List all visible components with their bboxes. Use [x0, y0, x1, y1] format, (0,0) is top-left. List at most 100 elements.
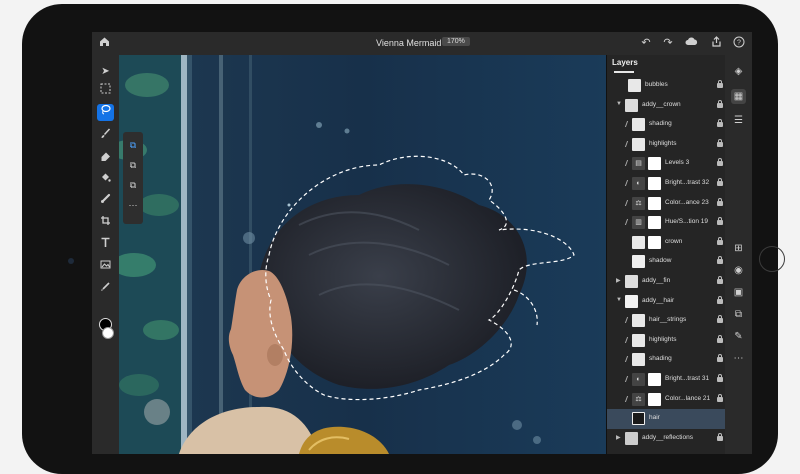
lasso-mode-icon[interactable]: ⧉: [126, 138, 140, 152]
chevron-down-icon[interactable]: ▼: [616, 297, 622, 303]
more-icon[interactable]: ⋯: [731, 351, 746, 366]
layer-row[interactable]: ⚖ Color...lance 21: [607, 390, 726, 410]
lock-icon[interactable]: [717, 393, 723, 402]
lock-icon[interactable]: [717, 236, 723, 245]
layer-thumbnail: [632, 314, 645, 328]
color-balance-icon: ⚖: [632, 196, 645, 210]
chevron-right-icon[interactable]: ▶: [616, 434, 621, 441]
lock-icon[interactable]: [717, 119, 723, 128]
background-color-swatch[interactable]: [102, 327, 114, 339]
layer-row[interactable]: crown: [607, 233, 726, 253]
layer-row[interactable]: bubbles: [607, 76, 726, 96]
subtract-selection-icon[interactable]: ⧉: [126, 178, 140, 192]
layer-name: highlights: [649, 335, 677, 343]
document-title[interactable]: Vienna Mermaid *: [376, 38, 447, 48]
add-layer-icon[interactable]: ⊞: [731, 241, 746, 256]
lock-icon[interactable]: [717, 256, 723, 265]
layer-group-row[interactable]: ▶ addy__reflections: [607, 429, 726, 449]
layer-name: Color...lance 21: [665, 394, 711, 402]
layer-row[interactable]: ◐ Bright...trast 31: [607, 370, 726, 390]
more-options-icon[interactable]: ⋯: [126, 198, 140, 212]
layer-row-selected[interactable]: hair: [607, 409, 726, 429]
eraser-tool-icon[interactable]: [97, 151, 114, 168]
layer-group-row[interactable]: ▼ addy__crown: [607, 96, 726, 116]
layer-row[interactable]: hair__strings: [607, 311, 726, 331]
layer-name: Bright...trast 31: [665, 375, 710, 382]
lock-icon[interactable]: [717, 158, 723, 167]
mask-thumbnail: [648, 373, 661, 386]
place-image-icon[interactable]: [97, 259, 114, 276]
layers-panel-title: Layers: [612, 58, 638, 67]
layer-properties-icon[interactable]: ▦: [731, 89, 746, 104]
layer-row[interactable]: ⚖ Color...ance 23: [607, 194, 726, 214]
share-icon[interactable]: [709, 36, 723, 50]
layer-row[interactable]: highlights: [607, 331, 726, 351]
brightness-contrast-icon: ◐: [632, 177, 645, 190]
zoom-level[interactable]: 170%: [442, 37, 470, 46]
adjustments-icon[interactable]: ☰: [731, 113, 746, 128]
canvas[interactable]: [119, 55, 606, 454]
layer-row[interactable]: shadow: [607, 252, 726, 272]
tools-bar: ➤: [92, 55, 119, 454]
crop-tool-icon[interactable]: [97, 215, 114, 232]
marquee-tool-icon[interactable]: [97, 83, 114, 100]
healing-tool-icon[interactable]: [97, 193, 114, 210]
mask-icon[interactable]: ▣: [731, 285, 746, 300]
fill-tool-icon[interactable]: [97, 172, 114, 189]
layer-name: addy__crown: [642, 100, 681, 108]
add-to-selection-icon[interactable]: ⧉: [126, 158, 140, 172]
layer-thumbnail: [632, 412, 645, 426]
chevron-right-icon[interactable]: ▶: [616, 277, 621, 284]
redo-icon[interactable]: ↷: [661, 36, 675, 50]
brightness-contrast-icon: ◐: [632, 373, 645, 386]
layer-group-row[interactable]: ▼ addy__hair: [607, 292, 726, 312]
layer-name: crown: [665, 237, 683, 245]
layer-row[interactable]: ▤ Levels 3: [607, 154, 726, 174]
type-tool-icon[interactable]: [97, 237, 114, 254]
visibility-icon[interactable]: ◉: [731, 263, 746, 278]
clip-indicator: [624, 356, 632, 363]
eyedropper-tool-icon[interactable]: [97, 281, 114, 298]
lock-icon[interactable]: [717, 217, 723, 226]
lock-icon[interactable]: [717, 138, 723, 147]
clip-indicator: [624, 219, 632, 226]
clip-indicator: [624, 376, 632, 382]
layer-thumbnail: [632, 255, 645, 269]
brush-settings-icon[interactable]: ✎: [731, 329, 746, 344]
home-button[interactable]: [759, 246, 785, 272]
lock-icon[interactable]: [717, 432, 723, 441]
layer-row[interactable]: ◐ Bright...trast 32: [607, 174, 726, 194]
chevron-down-icon[interactable]: ▼: [616, 101, 622, 107]
layers-icon[interactable]: ◈: [731, 64, 746, 79]
ipad-frame: Vienna Mermaid * 170% ↶ ↷ ? ➤ ⧉ ⧉ ⧉ ⋯ La…: [22, 4, 785, 474]
lock-icon[interactable]: [717, 197, 723, 206]
lock-icon[interactable]: [717, 276, 723, 284]
cloud-icon[interactable]: [684, 36, 698, 50]
help-icon[interactable]: ?: [732, 36, 746, 50]
lock-icon[interactable]: [717, 315, 723, 324]
lock-icon[interactable]: [717, 80, 723, 88]
layer-row[interactable]: ▥ Hue/S...tion 19: [607, 213, 726, 233]
home-icon[interactable]: [97, 36, 111, 50]
clip-indicator: [624, 395, 632, 402]
layer-name: shading: [649, 355, 672, 363]
move-tool-icon[interactable]: ➤: [97, 63, 114, 80]
clip-indicator: [624, 180, 632, 186]
lasso-tool-icon[interactable]: [97, 104, 114, 121]
lock-icon[interactable]: [717, 99, 723, 108]
lock-icon[interactable]: [717, 354, 723, 363]
fx-icon[interactable]: ⧉: [731, 307, 746, 322]
layer-name: hair__strings: [649, 316, 687, 324]
layer-row[interactable]: shading: [607, 115, 726, 135]
lock-icon[interactable]: [717, 295, 723, 304]
top-bar: Vienna Mermaid * 170% ↶ ↷ ?: [92, 32, 752, 55]
layer-group-row[interactable]: ▶ addy__fin: [607, 272, 726, 292]
layer-row[interactable]: highlights: [607, 135, 726, 155]
brush-tool-icon[interactable]: [97, 128, 114, 145]
photoshop-screen: Vienna Mermaid * 170% ↶ ↷ ? ➤ ⧉ ⧉ ⧉ ⋯ La…: [92, 32, 752, 454]
layer-row[interactable]: shading: [607, 350, 726, 370]
undo-icon[interactable]: ↶: [639, 36, 653, 50]
lock-icon[interactable]: [717, 374, 723, 382]
lock-icon[interactable]: [717, 178, 723, 186]
lock-icon[interactable]: [717, 334, 723, 343]
